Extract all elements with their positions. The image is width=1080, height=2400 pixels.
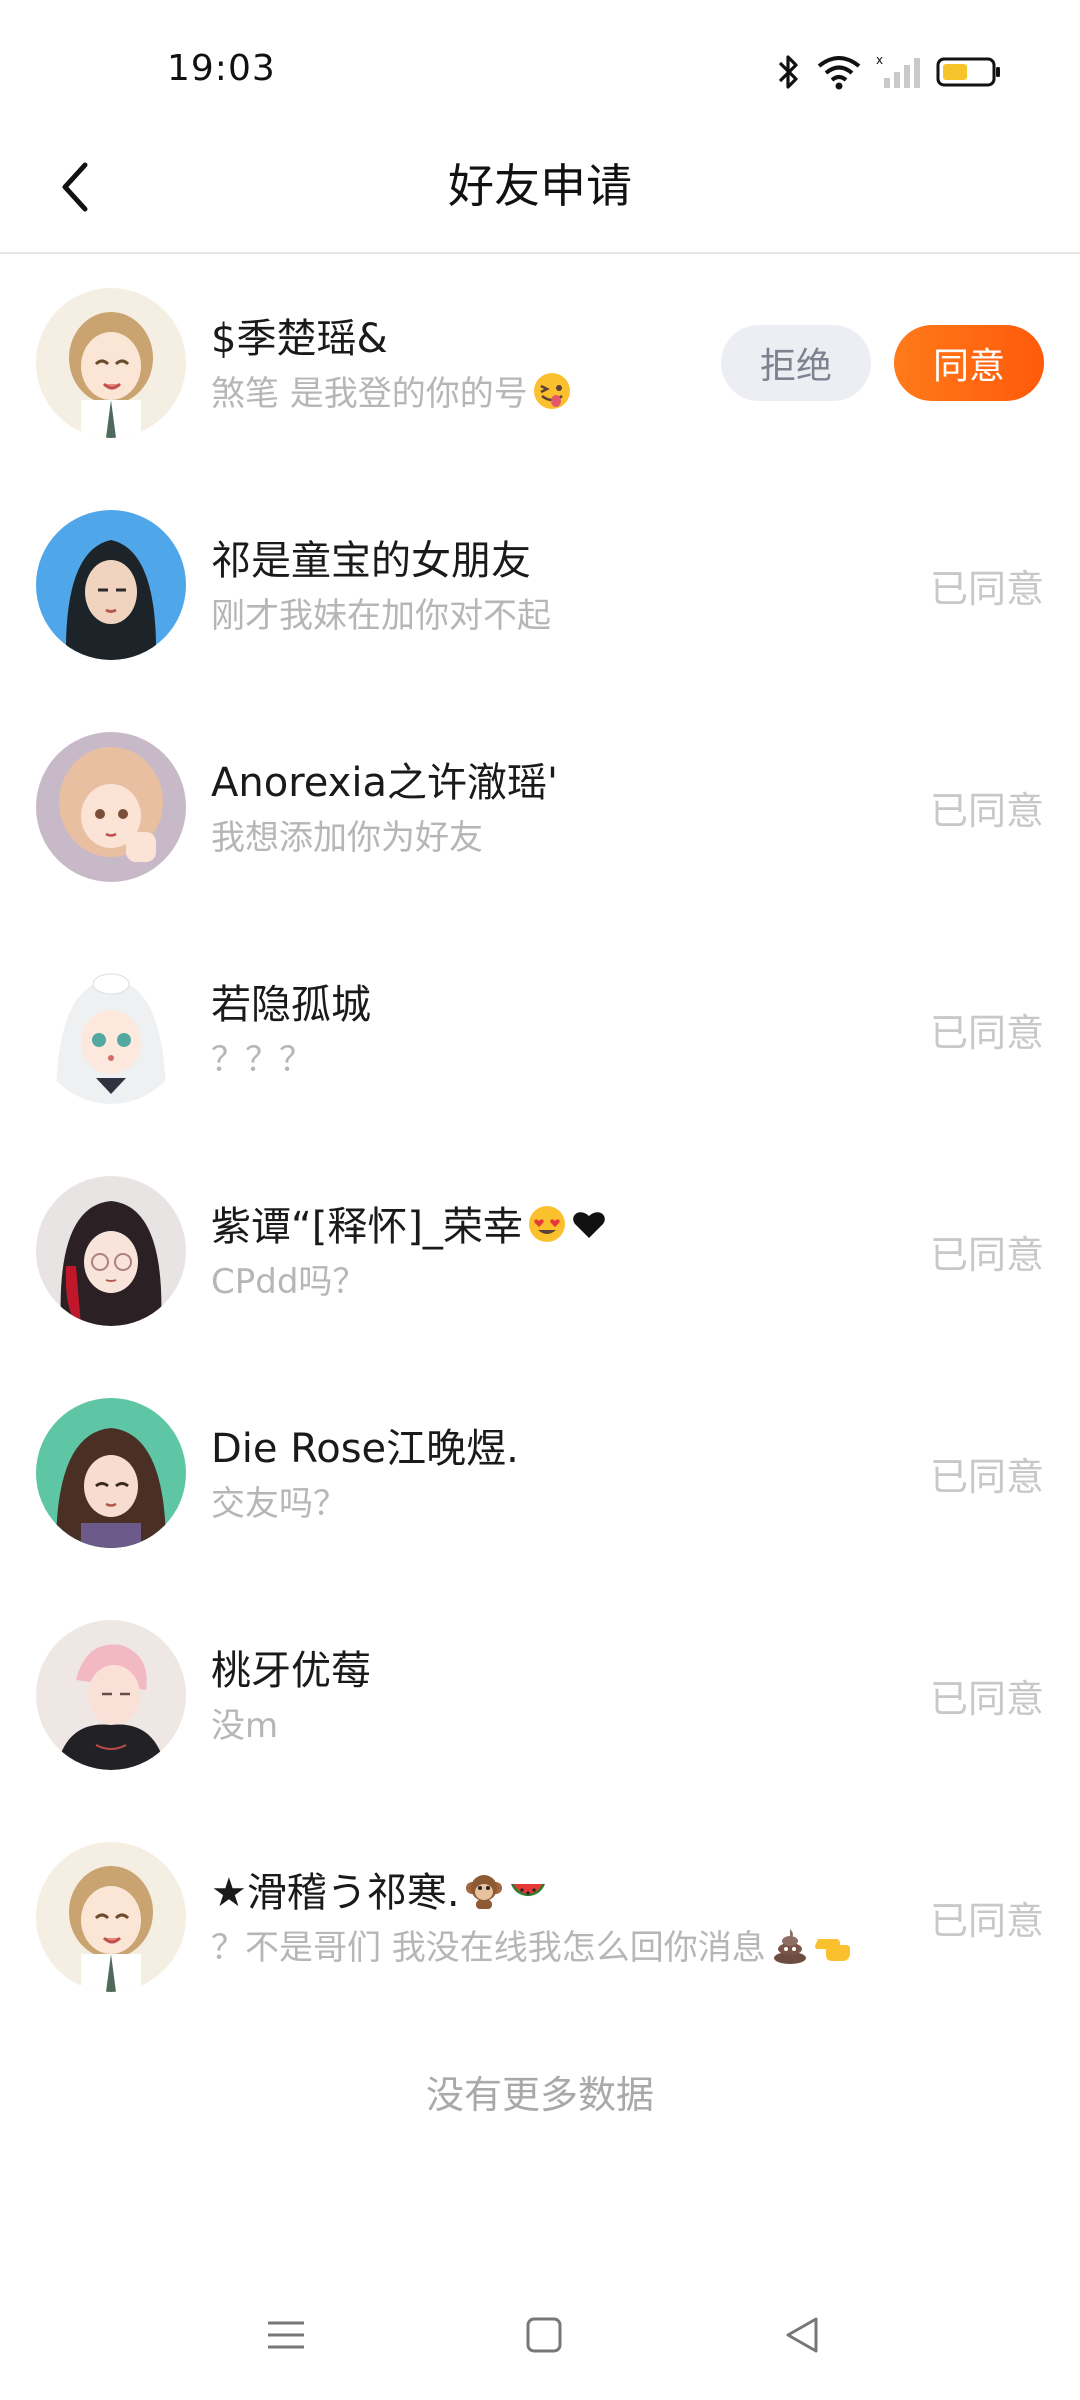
requester-name: Anorexia之许澈瑶' <box>211 760 558 806</box>
face-with-tongue-emoji <box>532 371 572 420</box>
requester-name: $季楚瑶& <box>211 316 388 362</box>
avatar[interactable] <box>36 510 186 660</box>
back-key[interactable] <box>772 2310 832 2360</box>
pointing-hand-emoji <box>814 1925 854 1974</box>
avatar[interactable] <box>36 1620 186 1770</box>
friend-request-item[interactable]: 若隐孤城 ？？？ 已同意 <box>0 918 1080 1140</box>
watermelon-emoji <box>508 1870 548 1920</box>
request-message: CPdd吗？ <box>211 1262 367 1302</box>
friend-request-item[interactable]: Anorexia之许澈瑶' 我想添加你为好友 已同意 <box>0 696 1080 918</box>
agreed-status: 已同意 <box>929 567 1044 611</box>
accept-button[interactable]: 同意 <box>894 325 1044 401</box>
battery-icon <box>936 55 1002 89</box>
status-time: 19:03 <box>167 48 276 89</box>
requester-name: 祁是童宝的女朋友 <box>211 538 531 584</box>
friend-request-list: $季楚瑶& 煞笔 是我登的你的号 拒绝 同意 祁是童宝的女朋友 刚才我妹在加你对… <box>0 252 1080 2028</box>
requester-name: ★滑稽う祁寒. <box>211 1860 548 1920</box>
friend-request-item[interactable]: 桃牙优莓 没m 已同意 <box>0 1584 1080 1806</box>
avatar[interactable] <box>36 954 186 1104</box>
request-message: 交友吗？ <box>211 1484 347 1524</box>
friend-request-item[interactable]: 紫谭“[释怀]_荣幸 CPdd吗？ 已同意 <box>0 1140 1080 1362</box>
agreed-status: 已同意 <box>929 1011 1044 1055</box>
agreed-status: 已同意 <box>929 1455 1044 1499</box>
requester-name: 紫谭“[释怀]_荣幸 <box>211 1194 607 1254</box>
request-message: 煞笔 是我登的你的号 <box>211 366 572 420</box>
requester-name: Die Rose江晚煜. <box>211 1426 519 1472</box>
home-square-icon <box>526 2317 562 2353</box>
bluetooth-icon <box>776 53 802 91</box>
friend-request-item[interactable]: Die Rose江晚煜. 交友吗？ 已同意 <box>0 1362 1080 1584</box>
no-more-data-text: 没有更多数据 <box>425 2073 654 2117</box>
page-title: 好友申请 <box>448 159 632 213</box>
request-message: 刚才我妹在加你对不起 <box>211 596 551 636</box>
friend-request-item[interactable]: $季楚瑶& 煞笔 是我登的你的号 拒绝 同意 <box>0 252 1080 474</box>
home-key[interactable] <box>514 2310 574 2360</box>
monkey-emoji <box>464 1870 504 1920</box>
request-message: ？？？ <box>211 1040 313 1080</box>
black-heart-emoji <box>571 1206 607 1252</box>
pile-of-poo-emoji <box>770 1925 810 1974</box>
requester-name: 桃牙优莓 <box>211 1648 371 1694</box>
request-message: 没m <box>211 1706 279 1746</box>
menu-icon <box>268 2321 304 2349</box>
agreed-status: 已同意 <box>929 1677 1044 1721</box>
agreed-status: 已同意 <box>929 1233 1044 1277</box>
agreed-status: 已同意 <box>929 789 1044 833</box>
agreed-status: 已同意 <box>929 1899 1044 1943</box>
back-triangle-icon <box>786 2317 818 2353</box>
avatar[interactable] <box>36 1398 186 1548</box>
title-bar: 好友申请 <box>0 120 1080 254</box>
avatar[interactable] <box>36 1176 186 1326</box>
request-message: 我想添加你为好友 <box>211 818 483 858</box>
reject-button[interactable]: 拒绝 <box>721 325 871 401</box>
friend-request-item[interactable]: 祁是童宝的女朋友 刚才我妹在加你对不起 已同意 <box>0 474 1080 696</box>
avatar[interactable] <box>36 288 186 438</box>
system-navigation-bar <box>0 2290 1080 2380</box>
signal-icon: x <box>876 54 922 90</box>
wifi-icon <box>816 54 862 90</box>
status-bar: 19:03 x <box>0 0 1080 120</box>
menu-key[interactable] <box>256 2310 316 2360</box>
request-message: ？不是哥们 我没在线我怎么回你消息 <box>211 1920 854 1974</box>
friend-request-item[interactable]: ★滑稽う祁寒. ？不是哥们 我没在线我怎么回你消息 已同意 <box>0 1806 1080 2028</box>
status-icons: x <box>776 52 1002 92</box>
requester-name: 若隐孤城 <box>211 982 371 1028</box>
avatar[interactable] <box>36 732 186 882</box>
svg-text:x: x <box>876 54 883 67</box>
heart-eyes-emoji <box>527 1204 567 1254</box>
avatar[interactable] <box>36 1842 186 1992</box>
